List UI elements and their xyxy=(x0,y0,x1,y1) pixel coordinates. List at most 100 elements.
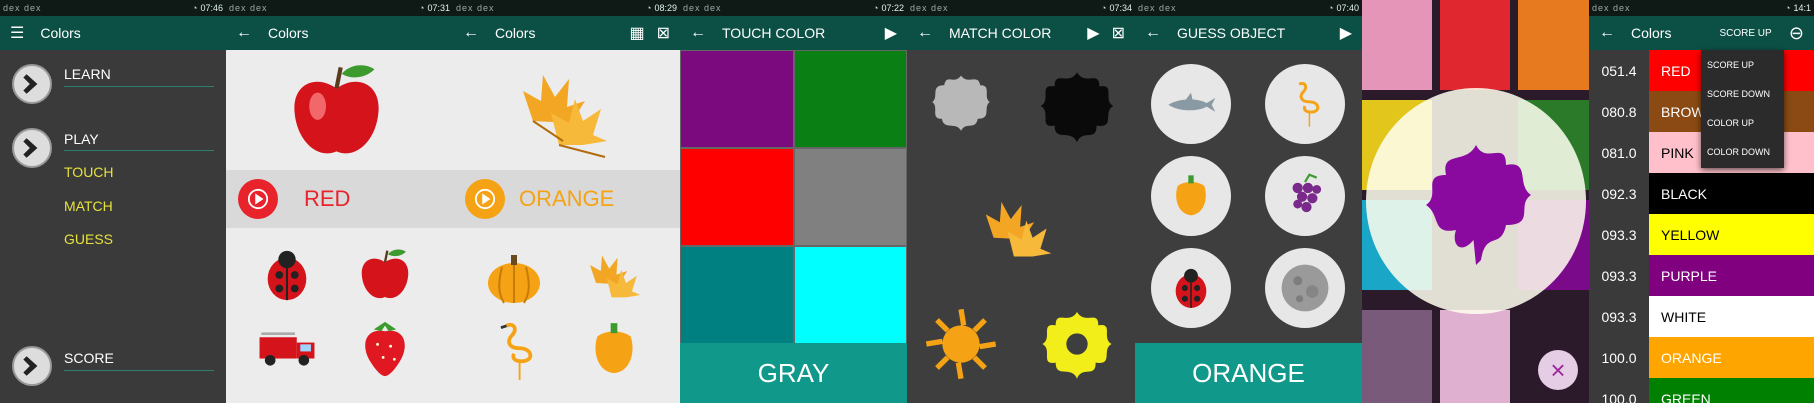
score-value: 051.4 xyxy=(1589,62,1649,79)
score-button[interactable] xyxy=(12,346,52,386)
app-bar: ← TOUCH COLOR ▶ xyxy=(680,16,907,50)
gray-splash[interactable] xyxy=(923,64,999,140)
back-arrow-icon[interactable]: ← xyxy=(463,24,479,42)
color-label-band: ORANGE xyxy=(453,170,680,228)
leaves-target[interactable] xyxy=(977,190,1057,270)
shark-option[interactable] xyxy=(1151,64,1231,144)
learn-label[interactable]: LEARN xyxy=(64,66,111,82)
color-name: PURPLE xyxy=(1649,255,1814,296)
ladybug-icon xyxy=(1175,268,1207,308)
sort-selector[interactable]: SCORE UP xyxy=(1719,28,1776,39)
play-icon[interactable]: ▶ xyxy=(1087,23,1099,43)
score-row[interactable]: 093.3 YELLOW xyxy=(1589,214,1814,255)
back-arrow-icon[interactable]: ← xyxy=(236,24,252,42)
match-menu-item[interactable]: MATCH xyxy=(64,198,113,214)
divider xyxy=(64,370,214,371)
strawberry-image xyxy=(354,316,416,382)
score-row[interactable]: 100.0 GREEN xyxy=(1589,378,1814,403)
score-value: 093.3 xyxy=(1589,226,1649,243)
play-icon[interactable]: ▶ xyxy=(885,23,897,43)
play-icon[interactable]: ▶ xyxy=(1340,23,1352,43)
score-value: 100.0 xyxy=(1589,390,1649,403)
menu-item-color-down[interactable]: COLOR DOWN xyxy=(1701,137,1784,166)
learn-button[interactable] xyxy=(12,64,52,104)
status-left: dex dex xyxy=(910,3,949,13)
panel-splash-overlay: × xyxy=(1362,0,1589,403)
app-title: Colors xyxy=(40,25,81,41)
status-left: dex dex xyxy=(683,3,722,13)
app-title: Colors xyxy=(495,25,536,41)
color-tile[interactable] xyxy=(680,148,794,246)
app-bar: ← GUESS OBJECT ▶ xyxy=(1135,16,1362,50)
play-button[interactable] xyxy=(12,128,52,168)
wifi-icon: ◔ xyxy=(1101,3,1107,13)
status-time: 07:40 xyxy=(1336,3,1359,13)
play-label[interactable]: PLAY xyxy=(64,131,99,147)
status-bar: dex dex ◔ 07:40 xyxy=(1135,0,1362,16)
color-tile[interactable] xyxy=(794,50,907,148)
color-tile[interactable] xyxy=(794,246,907,344)
color-name: GREEN xyxy=(1649,378,1814,403)
orange-splash[interactable] xyxy=(919,302,1003,386)
app-title: MATCH COLOR xyxy=(949,25,1052,41)
menu-item-score-up[interactable]: SCORE UP xyxy=(1701,50,1784,79)
app-bar: ← Colors ▦ ⊠ xyxy=(453,16,680,50)
app-bar: ← MATCH COLOR ▶ ⊠ xyxy=(907,16,1135,50)
menu-item-color-up[interactable]: COLOR UP xyxy=(1701,108,1784,137)
color-name: WHITE xyxy=(1649,296,1814,337)
play-sound-button[interactable] xyxy=(465,179,505,219)
menu-item-score-down[interactable]: SCORE DOWN xyxy=(1701,79,1784,108)
no-images-icon[interactable]: ⊠ xyxy=(1112,23,1125,43)
color-tile[interactable] xyxy=(680,246,794,344)
status-time: 14:1 xyxy=(1793,3,1811,13)
status-left: dex dex xyxy=(229,3,268,13)
moon-option[interactable] xyxy=(1265,248,1345,328)
divider xyxy=(64,86,214,87)
hamburger-menu-icon[interactable]: ☰ xyxy=(10,23,24,43)
ladybug-option[interactable] xyxy=(1151,248,1231,328)
score-label[interactable]: SCORE xyxy=(64,350,114,366)
chevron-right-icon xyxy=(23,356,38,376)
grid-icon[interactable]: ▦ xyxy=(629,23,644,43)
touch-menu-item[interactable]: TOUCH xyxy=(64,164,114,180)
score-row[interactable]: 100.0 ORANGE xyxy=(1589,337,1814,378)
score-row[interactable]: 093.3 WHITE xyxy=(1589,296,1814,337)
color-tile[interactable] xyxy=(794,148,907,246)
wifi-icon: ◔ xyxy=(1785,3,1791,13)
grapes-option[interactable] xyxy=(1265,156,1345,236)
color-label-band: RED xyxy=(226,170,453,228)
panel-main-menu: dex dex ◔ 07:46 ☰ Colors LEARN PLAY TOUCH … xyxy=(0,0,226,403)
status-left: dex dex xyxy=(1592,3,1631,13)
back-arrow-icon[interactable]: ← xyxy=(690,24,706,42)
status-time: 07:46 xyxy=(200,3,223,13)
pumpkin-image xyxy=(481,244,547,310)
status-time: 07:31 xyxy=(427,3,450,13)
back-arrow-icon[interactable]: ← xyxy=(917,24,933,42)
back-arrow-icon[interactable]: ← xyxy=(1599,24,1615,42)
yellow-splash[interactable] xyxy=(1033,302,1121,386)
status-bar: dex dex ◔ 07:46 xyxy=(0,0,226,16)
guess-menu-item[interactable]: GUESS xyxy=(64,231,113,247)
pepper-option[interactable] xyxy=(1151,156,1231,236)
minus-circle-icon[interactable]: ⊖ xyxy=(1789,23,1804,44)
status-time: 08:29 xyxy=(654,3,677,13)
status-bar: dex dex ◔ 07:31 xyxy=(226,0,453,16)
back-arrow-icon[interactable]: ← xyxy=(1145,24,1161,42)
color-name-label: ORANGE xyxy=(519,186,615,211)
play-sound-button[interactable] xyxy=(238,179,278,219)
black-splash[interactable] xyxy=(1033,62,1121,150)
apple-image xyxy=(281,56,391,166)
close-button[interactable]: × xyxy=(1538,350,1578,390)
color-tile[interactable] xyxy=(680,50,794,148)
flamingo-option[interactable] xyxy=(1265,64,1345,144)
wifi-icon: ◔ xyxy=(419,3,425,13)
score-row[interactable]: 092.3 BLACK xyxy=(1589,173,1814,214)
pepper-image xyxy=(583,316,645,382)
app-title: TOUCH COLOR xyxy=(722,25,826,41)
purple-splash xyxy=(1396,120,1556,280)
panel-guess-object: dex dex ◔ 07:40 ← GUESS OBJECT ▶ ORANGE xyxy=(1135,0,1362,403)
no-images-icon[interactable]: ⊠ xyxy=(657,23,670,43)
score-row[interactable]: 093.3 PURPLE xyxy=(1589,255,1814,296)
apple-small-image xyxy=(354,244,416,306)
status-left: dex dex xyxy=(3,3,42,13)
